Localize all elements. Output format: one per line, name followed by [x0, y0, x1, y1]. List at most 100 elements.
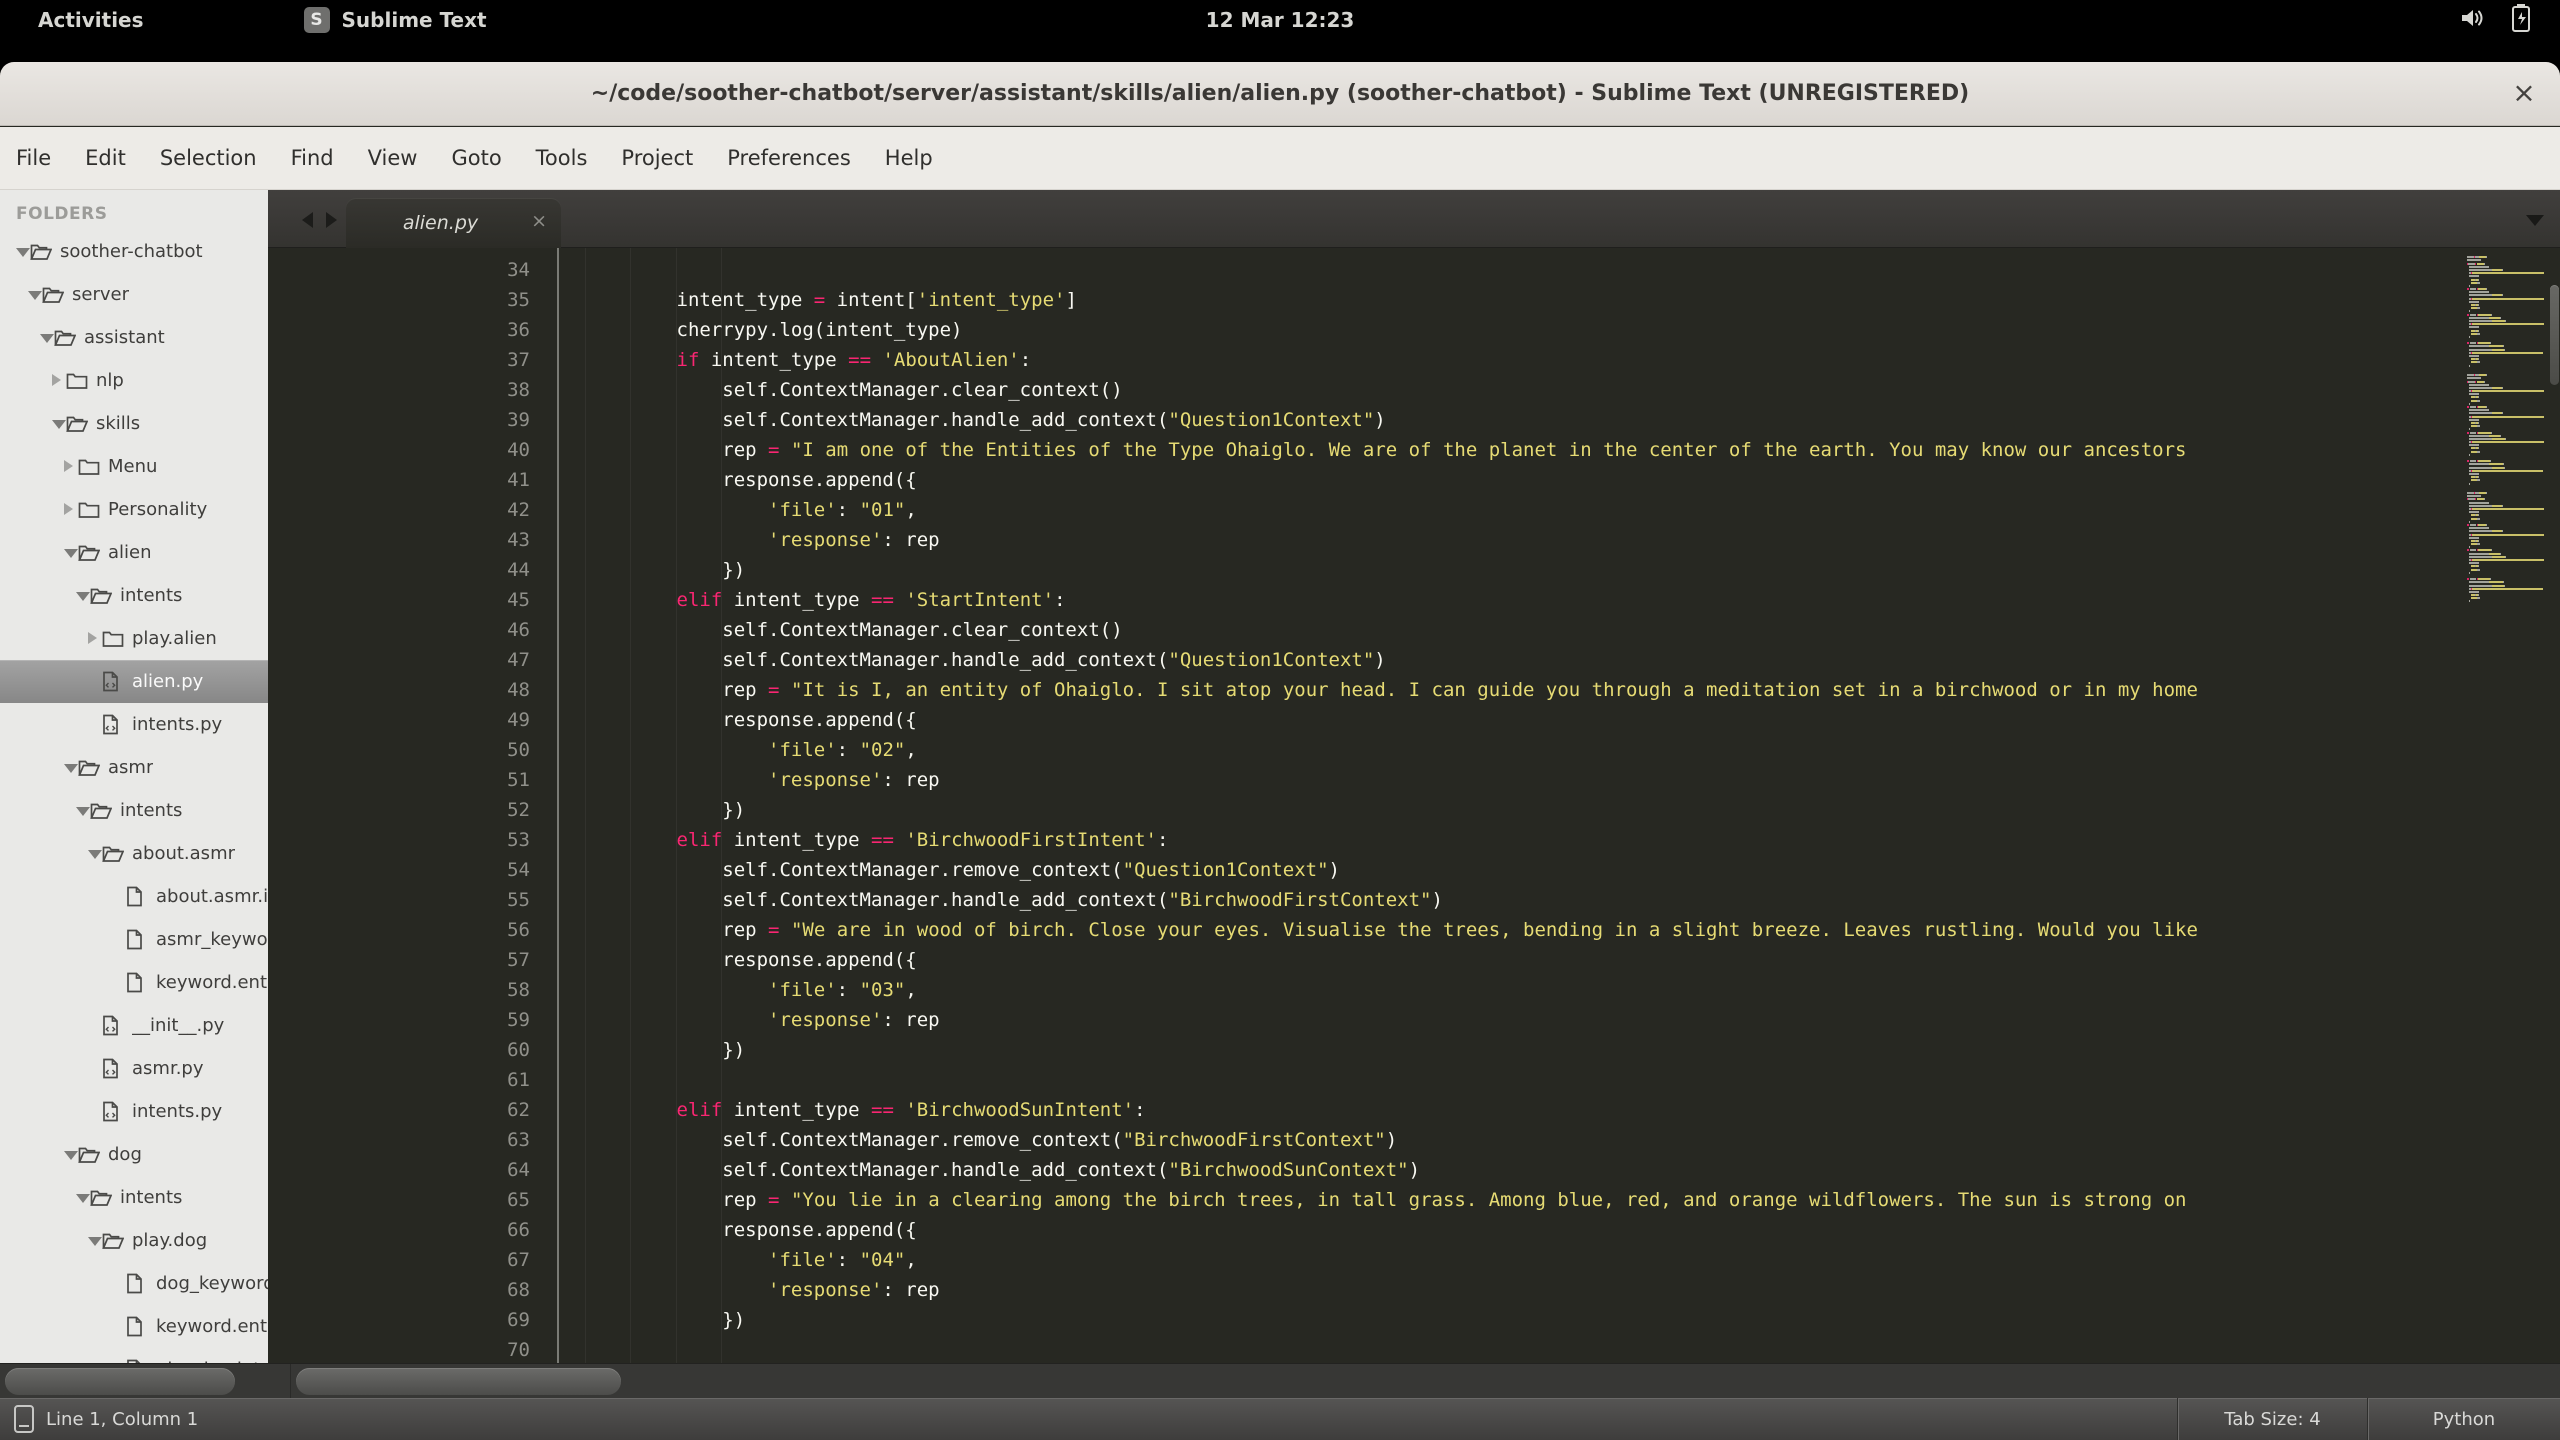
syntax-indicator[interactable]: Python [2367, 1398, 2560, 1440]
code-line-46[interactable]: 46 self.ContextManager.clear_context() [268, 615, 2462, 645]
expand-arrow-open-icon[interactable] [64, 542, 78, 563]
title-bar[interactable]: ~/code/soother-chatbot/server/assistant/… [0, 62, 2560, 126]
sidebar-item-keyword-entities[interactable]: keyword.entities [0, 1305, 268, 1348]
code-line-42[interactable]: 42 'file': "01", [268, 495, 2462, 525]
sidebar-item-asmr-keyword-ent[interactable]: asmr_keyword.ent [0, 918, 268, 961]
menu-file[interactable]: File [16, 146, 51, 170]
tab-close-icon[interactable]: × [531, 210, 547, 232]
clock[interactable]: 12 Mar 12:23 [0, 8, 2560, 32]
sidebar-item-about-asmr[interactable]: about.asmr [0, 832, 268, 875]
sidebar-item-play-dog-intent[interactable]: play.dog.intent [0, 1348, 268, 1363]
code-line-69[interactable]: 69 }) [268, 1305, 2462, 1335]
sidebar-item--init-py[interactable]: __init__.py [0, 1004, 268, 1047]
editor-horizontal-scrollbar-thumb[interactable] [296, 1368, 621, 1395]
menu-help[interactable]: Help [885, 146, 933, 170]
code-line-66[interactable]: 66 response.append({ [268, 1215, 2462, 1245]
code-line-56[interactable]: 56 rep = "We are in wood of birch. Close… [268, 915, 2462, 945]
sidebar-item-intents[interactable]: intents [0, 789, 268, 832]
sidebar-item-asmr[interactable]: asmr [0, 746, 268, 789]
sidebar-item-intents-py[interactable]: intents.py [0, 1090, 268, 1133]
menu-edit[interactable]: Edit [85, 146, 126, 170]
sidebar-item-intents[interactable]: intents [0, 1176, 268, 1219]
sidebar-item-dog-keyword-enti[interactable]: dog_keyword.enti [0, 1262, 268, 1305]
expand-arrow-closed-icon[interactable] [64, 499, 78, 520]
status-context-icon[interactable] [14, 1405, 34, 1433]
expand-arrow-open-icon[interactable] [52, 413, 66, 434]
expand-arrow-open-icon[interactable] [28, 284, 42, 305]
tab-nav-back-icon[interactable] [302, 212, 313, 228]
code-line-51[interactable]: 51 'response': rep [268, 765, 2462, 795]
sidebar-item-soother-chatbot[interactable]: soother-chatbot [0, 230, 268, 273]
expand-arrow-open-icon[interactable] [76, 585, 90, 606]
code-line-39[interactable]: 39 self.ContextManager.handle_add_contex… [268, 405, 2462, 435]
sidebar-item-alien-py[interactable]: alien.py [0, 660, 268, 703]
code-line-63[interactable]: 63 self.ContextManager.remove_context("B… [268, 1125, 2462, 1155]
code-line-48[interactable]: 48 rep = "It is I, an entity of Ohaiglo.… [268, 675, 2462, 705]
code-line-55[interactable]: 55 self.ContextManager.handle_add_contex… [268, 885, 2462, 915]
expand-arrow-open-icon[interactable] [40, 327, 54, 348]
system-tray[interactable] [2458, 0, 2532, 40]
sidebar-item-play-alien[interactable]: play.alien [0, 617, 268, 660]
code-line-68[interactable]: 68 'response': rep [268, 1275, 2462, 1305]
code-line-53[interactable]: 53 elif intent_type == 'BirchwoodFirstIn… [268, 825, 2462, 855]
code-line-52[interactable]: 52 }) [268, 795, 2462, 825]
menu-preferences[interactable]: Preferences [727, 146, 851, 170]
sidebar-item-alien[interactable]: alien [0, 531, 268, 574]
code-line-44[interactable]: 44 }) [268, 555, 2462, 585]
menu-goto[interactable]: Goto [451, 146, 501, 170]
code-line-40[interactable]: 40 rep = "I am one of the Entities of th… [268, 435, 2462, 465]
sidebar-item-assistant[interactable]: assistant [0, 316, 268, 359]
code-line-41[interactable]: 41 response.append({ [268, 465, 2462, 495]
expand-arrow-closed-icon[interactable] [64, 456, 78, 477]
expand-arrow-open-icon[interactable] [76, 800, 90, 821]
sidebar-item-asmr-py[interactable]: asmr.py [0, 1047, 268, 1090]
menu-project[interactable]: Project [621, 146, 693, 170]
vertical-scrollbar[interactable] [2548, 248, 2560, 1363]
code-line-35[interactable]: 35 intent_type = intent['intent_type'] [268, 285, 2462, 315]
sidebar-item-personality[interactable]: Personality [0, 488, 268, 531]
code-line-58[interactable]: 58 'file': "03", [268, 975, 2462, 1005]
expand-arrow-open-icon[interactable] [16, 241, 30, 262]
code-line-49[interactable]: 49 response.append({ [268, 705, 2462, 735]
code-line-50[interactable]: 50 'file': "02", [268, 735, 2462, 765]
sidebar-item-dog[interactable]: dog [0, 1133, 268, 1176]
expand-arrow-open-icon[interactable] [88, 1230, 102, 1251]
menu-view[interactable]: View [368, 146, 418, 170]
code-line-34[interactable]: 34 [268, 255, 2462, 285]
menu-selection[interactable]: Selection [160, 146, 257, 170]
code-line-36[interactable]: 36 cherrypy.log(intent_type) [268, 315, 2462, 345]
expand-arrow-closed-icon[interactable] [52, 370, 66, 391]
code-line-59[interactable]: 59 'response': rep [268, 1005, 2462, 1035]
code-line-64[interactable]: 64 self.ContextManager.handle_add_contex… [268, 1155, 2462, 1185]
tab-nav-forward-icon[interactable] [326, 212, 337, 228]
sidebar-item-server[interactable]: server [0, 273, 268, 316]
code-line-65[interactable]: 65 rep = "You lie in a clearing among th… [268, 1185, 2462, 1215]
window-close-button[interactable]: × [2506, 76, 2542, 112]
sidebar-item-about-asmr-intent[interactable]: about.asmr.intent [0, 875, 268, 918]
code-line-45[interactable]: 45 elif intent_type == 'StartIntent': [268, 585, 2462, 615]
vertical-scrollbar-thumb[interactable] [2550, 285, 2559, 385]
expand-arrow-open-icon[interactable] [88, 843, 102, 864]
code-editor[interactable]: 34 35 intent_type = intent['intent_type']… [268, 248, 2560, 1363]
tab-alien-py[interactable]: alien.py × [346, 198, 561, 248]
minimap[interactable] [2462, 253, 2548, 1363]
menu-find[interactable]: Find [291, 146, 334, 170]
sidebar-item-play-dog[interactable]: play.dog [0, 1219, 268, 1262]
sidebar-item-intents-py[interactable]: intents.py [0, 703, 268, 746]
sidebar-item-intents[interactable]: intents [0, 574, 268, 617]
code-line-57[interactable]: 57 response.append({ [268, 945, 2462, 975]
sidebar-item-keyword-entities[interactable]: keyword.entities [0, 961, 268, 1004]
code-line-47[interactable]: 47 self.ContextManager.handle_add_contex… [268, 645, 2462, 675]
expand-arrow-closed-icon[interactable] [88, 628, 102, 649]
code-line-38[interactable]: 38 self.ContextManager.clear_context() [268, 375, 2462, 405]
expand-arrow-open-icon[interactable] [76, 1187, 90, 1208]
sidebar-item-menu[interactable]: Menu [0, 445, 268, 488]
code-line-37[interactable]: 37 if intent_type == 'AboutAlien': [268, 345, 2462, 375]
sidebar-horizontal-scrollbar-thumb[interactable] [5, 1368, 235, 1395]
sidebar-item-nlp[interactable]: nlp [0, 359, 268, 402]
code-line-54[interactable]: 54 self.ContextManager.remove_context("Q… [268, 855, 2462, 885]
code-line-43[interactable]: 43 'response': rep [268, 525, 2462, 555]
code-line-70[interactable]: 70 [268, 1335, 2462, 1363]
tab-overflow-menu-icon[interactable] [2526, 215, 2544, 226]
code-line-62[interactable]: 62 elif intent_type == 'BirchwoodSunInte… [268, 1095, 2462, 1125]
